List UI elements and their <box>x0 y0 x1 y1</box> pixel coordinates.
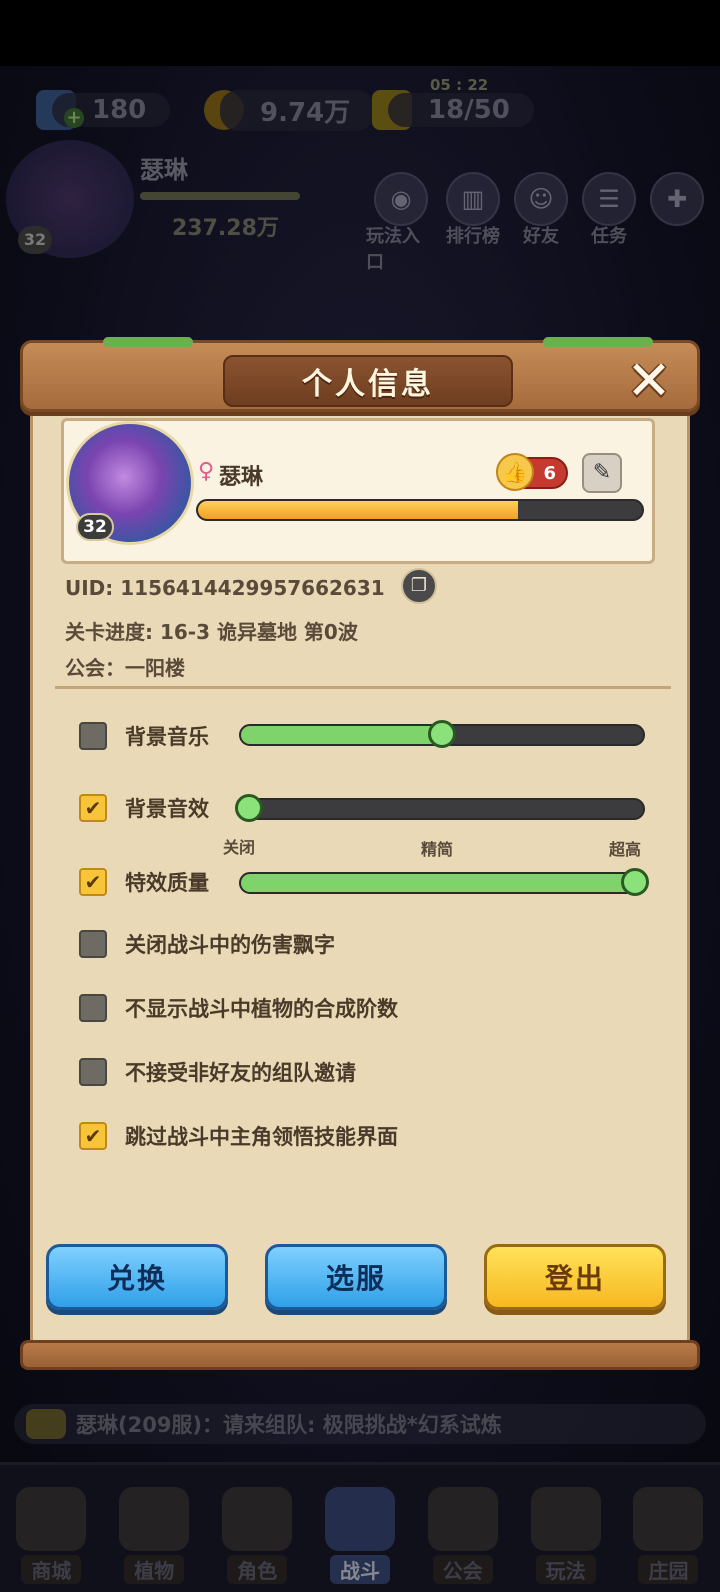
dialog-footer <box>20 1340 700 1370</box>
bgm-slider[interactable] <box>239 720 645 748</box>
sfx-checkbox[interactable]: ✔ <box>79 794 107 822</box>
like-badge[interactable]: 👍 6 <box>496 453 568 491</box>
close-icon[interactable]: ✕ <box>621 353 677 409</box>
dialog-body: 32 ♀ 瑟琳 👍 6 ✎ UID: 1156414429957662631 ❐… <box>30 410 690 1348</box>
quality-tick-off: 关闭 <box>223 838 256 857</box>
setting-effect-quality: ✔ 特效质量 <box>79 862 209 902</box>
uid-text: UID: 1156414429957662631 <box>65 576 385 600</box>
slider-knob[interactable] <box>235 794 263 822</box>
setting-label: 特效质量 <box>125 871 209 895</box>
exp-bar <box>196 499 644 521</box>
setting-hide-damage: 关闭战斗中的伤害飘字 <box>79 924 335 964</box>
profile-name: 瑟琳 <box>219 465 264 490</box>
redeem-button[interactable]: 兑换 <box>46 1244 228 1310</box>
setting-block-invites: 不接受非好友的组队邀请 <box>79 1052 356 1092</box>
grass-decoration <box>543 337 653 347</box>
setting-label: 关闭战斗中的伤害飘字 <box>125 933 335 957</box>
setting-label: 不接受非好友的组队邀请 <box>125 1061 356 1085</box>
effect-quality-slider[interactable] <box>239 868 649 896</box>
setting-bgm: 背景音乐 <box>79 716 209 756</box>
hide-damage-checkbox[interactable] <box>79 930 107 958</box>
edit-icon[interactable]: ✎ <box>582 453 622 493</box>
block-invites-checkbox[interactable] <box>79 1058 107 1086</box>
setting-label: 不显示战斗中植物的合成阶数 <box>125 997 398 1021</box>
divider <box>55 686 671 689</box>
setting-label: 跳过战斗中主角领悟技能界面 <box>125 1125 398 1149</box>
dialog-title: 个人信息 <box>223 355 513 407</box>
dialog-header: 个人信息 ✕ <box>20 337 700 412</box>
setting-label: 背景音乐 <box>125 725 209 749</box>
slider-knob[interactable] <box>621 868 649 896</box>
grass-decoration <box>103 337 193 347</box>
logout-button[interactable]: 登出 <box>484 1244 666 1310</box>
status-bar <box>0 0 720 66</box>
copy-icon[interactable]: ❐ <box>401 568 437 604</box>
slider-knob[interactable] <box>428 720 456 748</box>
sfx-slider[interactable] <box>235 794 645 822</box>
avatar-level-badge: 32 <box>76 513 114 541</box>
skip-skill-checkbox[interactable]: ✔ <box>79 1122 107 1150</box>
thumbs-up-icon: 👍 <box>496 453 534 491</box>
stage-progress: 关卡进度: 16-3 诡异墓地 第0波 <box>65 620 358 644</box>
setting-sfx: ✔ 背景音效 <box>79 788 209 828</box>
quality-tick-ultra: 超高 <box>609 840 642 859</box>
bgm-checkbox[interactable] <box>79 722 107 750</box>
like-count: 6 <box>543 462 556 484</box>
quality-tick-simple: 精简 <box>421 840 454 859</box>
slider-fill <box>241 874 643 892</box>
guild-info: 公会：一阳楼 <box>65 656 185 680</box>
setting-hide-merge-level: 不显示战斗中植物的合成阶数 <box>79 988 398 1028</box>
hide-merge-level-checkbox[interactable] <box>79 994 107 1022</box>
female-icon: ♀ <box>198 459 215 484</box>
exp-bar-fill <box>198 501 518 519</box>
server-select-button[interactable]: 选服 <box>265 1244 447 1310</box>
setting-skip-skill: ✔ 跳过战斗中主角领悟技能界面 <box>79 1116 398 1156</box>
personal-info-dialog: 32 ♀ 瑟琳 👍 6 ✎ UID: 1156414429957662631 ❐… <box>20 337 700 1372</box>
slider-fill <box>241 726 442 744</box>
setting-label: 背景音效 <box>125 797 209 821</box>
effect-quality-checkbox[interactable]: ✔ <box>79 868 107 896</box>
profile-card: 32 ♀ 瑟琳 👍 6 ✎ <box>61 418 655 564</box>
